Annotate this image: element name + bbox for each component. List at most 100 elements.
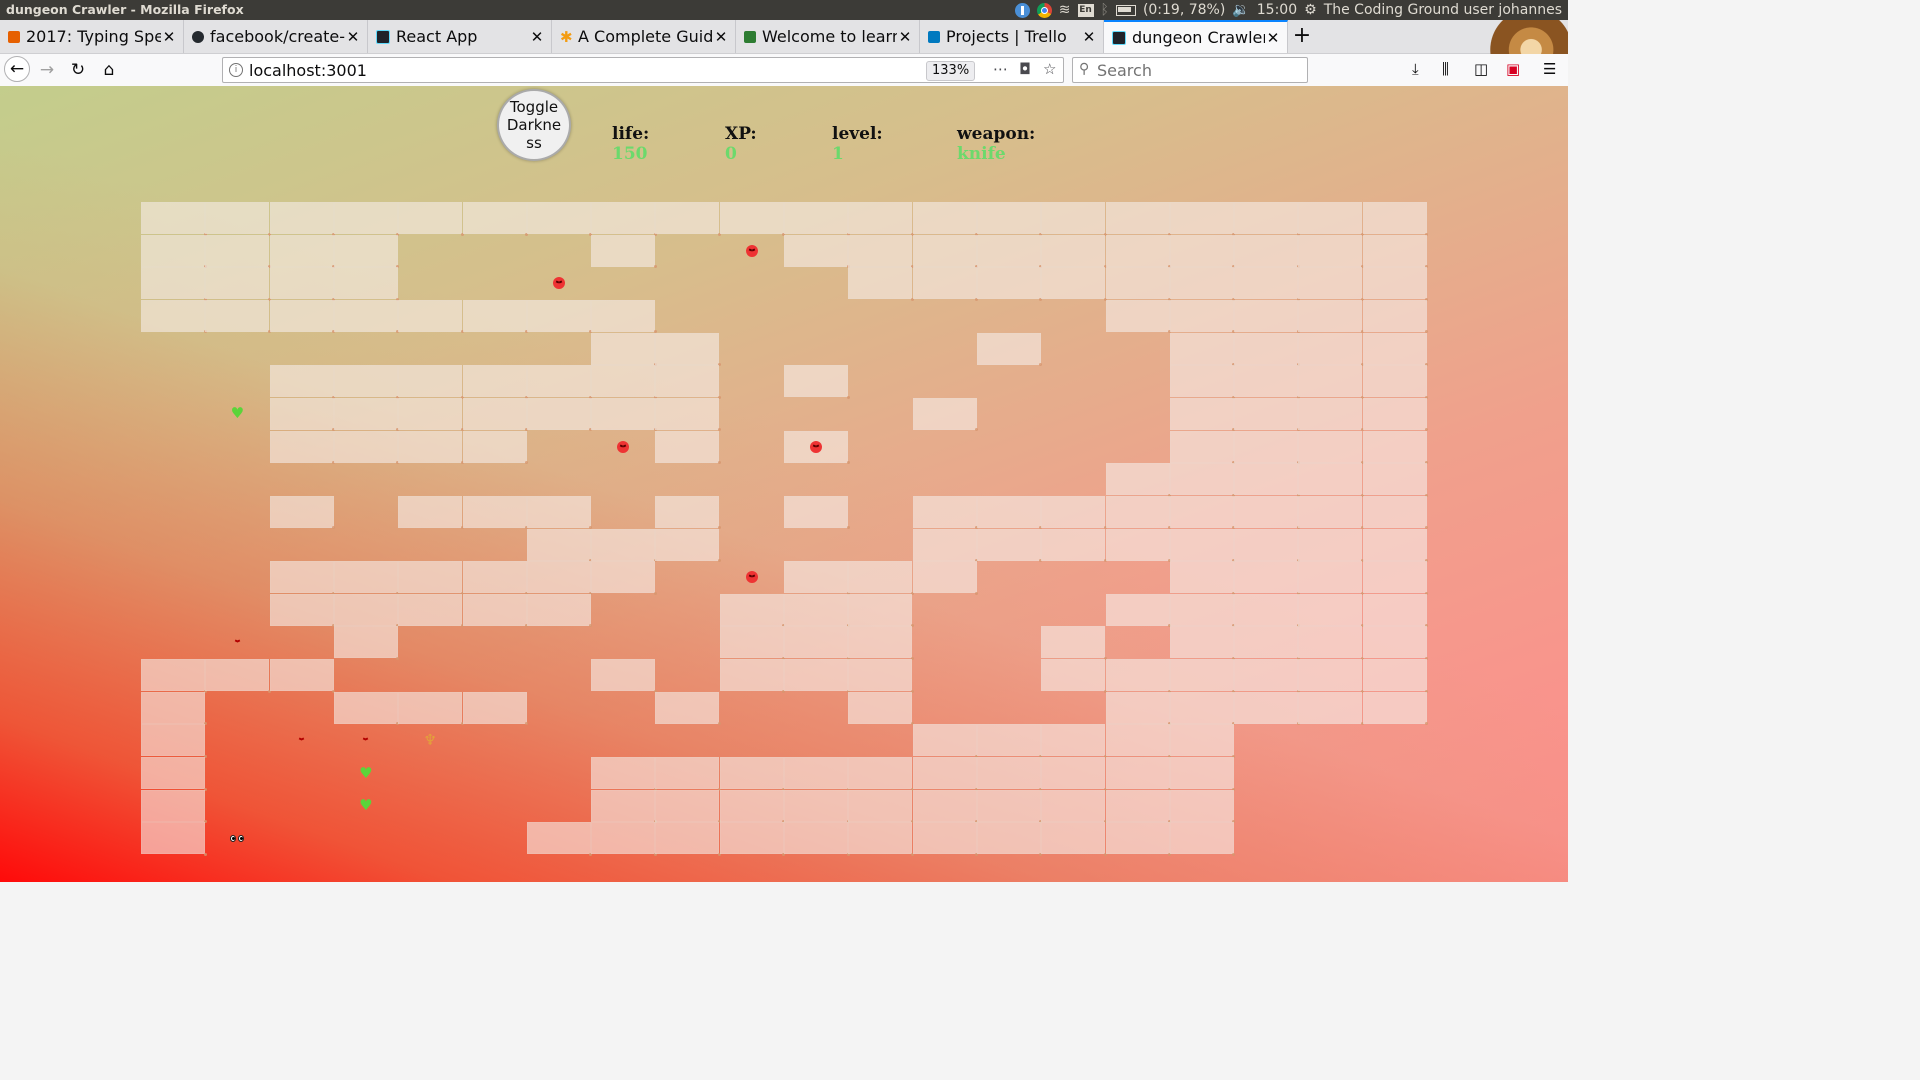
search-bar[interactable]: ⚲ Search: [1072, 57, 1308, 83]
volume-icon[interactable]: 🔉: [1232, 2, 1249, 18]
tab-close-icon[interactable]: ✕: [1265, 29, 1281, 47]
floor-tile: [1041, 659, 1107, 693]
floor-tile: [269, 202, 336, 236]
settings-gear-icon[interactable]: ⚙: [1304, 2, 1317, 18]
navigation-toolbar: ← → ↻ ⌂ i localhost:3001 133% ⋯ ◘ ☆ ⚲ Se…: [0, 54, 1568, 87]
bookmark-star-icon[interactable]: ☆: [1043, 60, 1056, 78]
floor-tile: [848, 659, 914, 693]
tab-label: Welcome to learn: [762, 27, 897, 46]
tab-trello[interactable]: Projects | Trello ✕: [920, 20, 1104, 53]
forward-button[interactable]: →: [35, 58, 59, 82]
chrome-icon[interactable]: [1036, 2, 1052, 18]
floor-tile: [719, 757, 786, 791]
floor-tile: [912, 789, 979, 824]
tab-close-icon[interactable]: ✕: [1081, 28, 1097, 46]
back-button[interactable]: ←: [4, 56, 30, 82]
url-bar[interactable]: i localhost:3001 133% ⋯ ◘ ☆: [222, 57, 1064, 83]
floor-tile: [1234, 332, 1300, 367]
level-value: 1: [832, 144, 844, 164]
asterisk-icon: ✱: [560, 27, 573, 46]
floor-tile: [719, 659, 786, 693]
floor-tile: [1362, 299, 1429, 334]
tab-complete-guide[interactable]: ✱ A Complete Guide ✕: [552, 20, 736, 53]
floor-tile: [655, 495, 721, 530]
zoom-indicator[interactable]: 133%: [926, 61, 976, 81]
floor-tile: [912, 495, 979, 530]
site-info-icon[interactable]: i: [229, 63, 243, 77]
pocket-icon[interactable]: ◘: [1019, 60, 1031, 78]
floor-tile: [912, 234, 979, 269]
user-name[interactable]: The Coding Ground user johannes: [1324, 2, 1562, 18]
xp-stat: XP: 0: [725, 124, 757, 164]
floor-tile: [1169, 332, 1236, 367]
toggle-darkness-button[interactable]: Toggle Darkness: [497, 89, 571, 161]
tab-react-app[interactable]: React App ✕: [368, 20, 552, 53]
floor-tile: [526, 495, 593, 530]
floor-tile: [1298, 202, 1364, 236]
floor-tile: [848, 789, 914, 824]
reload-button[interactable]: ↻: [66, 58, 90, 82]
floor-tile: [1105, 789, 1171, 824]
floor-tile: [269, 561, 336, 595]
keyboard-layout-icon[interactable]: En: [1077, 3, 1094, 17]
floor-tile: [1234, 267, 1300, 301]
life-label: life:: [612, 124, 650, 144]
tab-close-icon[interactable]: ✕: [161, 28, 177, 46]
floor-tile: [398, 593, 464, 628]
floor-tile: [1234, 561, 1300, 595]
floor-tile: [976, 234, 1043, 269]
floor-tile: [1234, 495, 1300, 530]
floor-tile: [655, 528, 721, 562]
floor-tile: [848, 267, 914, 301]
weapon-label: weapon:: [957, 124, 1036, 144]
floor-tile: [591, 528, 657, 562]
floor-tile: [591, 234, 657, 269]
floor-tile: [1298, 659, 1364, 693]
tab-label: facebook/create-react-app: [210, 27, 345, 46]
weapon-item: ♆: [398, 724, 462, 756]
menu-icon[interactable]: ☰: [1543, 60, 1556, 78]
floor-tile: [1105, 267, 1171, 301]
url-text[interactable]: localhost:3001: [249, 61, 367, 80]
floor-tile: [1234, 593, 1300, 628]
floor-tile: [591, 202, 657, 236]
floor-tile: [1362, 495, 1429, 530]
enemy: [205, 626, 269, 658]
enemy: [591, 431, 655, 463]
floor-tile: [398, 691, 464, 726]
floor-tile: [141, 691, 207, 726]
floor-tile: [976, 757, 1043, 791]
home-button[interactable]: ⌂: [97, 58, 121, 82]
new-tab-button[interactable]: +: [1290, 20, 1314, 53]
tab-facebook-create[interactable]: facebook/create-react-app ✕: [184, 20, 368, 53]
floor-tile: [333, 430, 400, 465]
trident-icon: ♆: [423, 730, 437, 749]
clock[interactable]: 15:00: [1257, 2, 1297, 18]
tab-dungeon-crawler[interactable]: dungeon Crawler ✕: [1104, 20, 1288, 53]
tab-close-icon[interactable]: ✕: [345, 28, 361, 46]
battery-status[interactable]: (0:19, 78%): [1143, 2, 1225, 18]
accessibility-icon[interactable]: [1014, 2, 1030, 18]
search-icon: ⚲: [1079, 61, 1090, 77]
extension-icon[interactable]: ▣: [1506, 60, 1520, 78]
downloads-icon[interactable]: ⤓: [1412, 60, 1419, 78]
tab-welcome-to-learn[interactable]: Welcome to learn ✕: [736, 20, 920, 53]
floor-tile: [1041, 202, 1107, 236]
page-actions-icon[interactable]: ⋯: [993, 60, 1008, 78]
tab-close-icon[interactable]: ✕: [897, 28, 913, 46]
tab-close-icon[interactable]: ✕: [529, 28, 545, 46]
floor-tile: [976, 724, 1043, 758]
heart-icon: ♥: [230, 404, 245, 423]
tab-close-icon[interactable]: ✕: [713, 28, 729, 46]
library-icon[interactable]: ⫼: [1442, 60, 1449, 78]
floor-tile: [1298, 691, 1364, 726]
bluetooth-icon[interactable]: ᛒ: [1101, 2, 1109, 18]
battery-icon[interactable]: [1115, 4, 1136, 16]
github-icon: [192, 30, 204, 43]
wifi-icon[interactable]: ≋: [1059, 2, 1071, 18]
sidebar-icon[interactable]: ◫: [1474, 60, 1488, 78]
floor-tile: [462, 365, 528, 399]
tab-typing-speed[interactable]: 2017: Typing Speed ✕: [0, 20, 184, 53]
floor-tile: [398, 561, 464, 595]
enemy: [270, 724, 334, 756]
